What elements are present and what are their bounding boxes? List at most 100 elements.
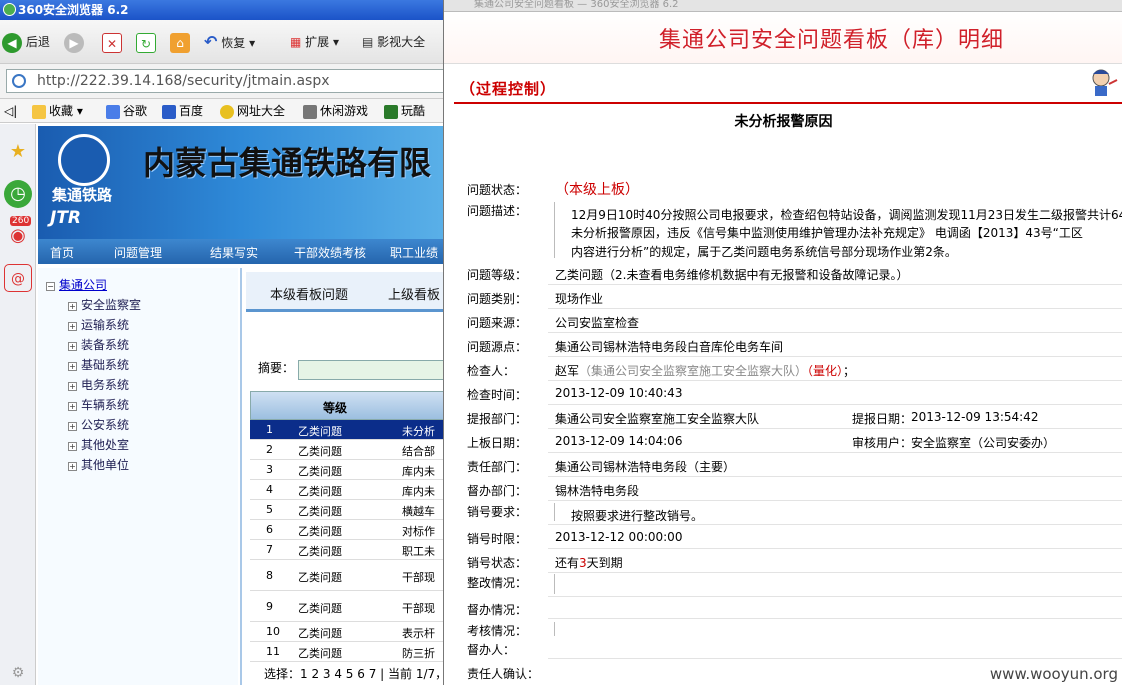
- nav-results[interactable]: 结果写实: [210, 244, 258, 261]
- history-clock-icon[interactable]: ◷: [4, 180, 32, 208]
- video-button[interactable]: ▤ 影视大全: [362, 31, 425, 53]
- value-cancel-status: 还有3天到期: [555, 554, 623, 571]
- rectify-border: [554, 574, 555, 594]
- label-rectify: 整改情况：: [467, 576, 528, 590]
- fav-wanku[interactable]: 玩酷: [384, 103, 425, 119]
- tree-node[interactable]: + 公安系统: [68, 416, 129, 434]
- pager[interactable]: 选择：1 2 3 4 5 6 7 | 当前 1/7，记: [264, 665, 445, 682]
- table-row[interactable]: 7 乙类问题 职工未: [250, 540, 445, 560]
- table-row[interactable]: 10 乙类问题 表示杆: [250, 622, 445, 642]
- table-row[interactable]: 1 乙类问题 未分析: [250, 420, 445, 440]
- table-row[interactable]: 11 乙类问题 防三折: [250, 642, 445, 662]
- tree-node[interactable]: + 其他处室: [68, 436, 129, 454]
- home-button[interactable]: ⌂: [170, 31, 190, 53]
- label-confirm: 责任人确认：: [467, 667, 540, 681]
- expand-icon[interactable]: +: [68, 422, 77, 431]
- table-row[interactable]: 3 乙类问题 库内未: [250, 460, 445, 480]
- expand-icon[interactable]: +: [68, 362, 77, 371]
- label-report-dept: 提报部门：: [467, 412, 528, 426]
- value-report-date: 2013-12-09 13:54:42: [911, 410, 1039, 424]
- row-divider: [548, 524, 1122, 525]
- nav-staff[interactable]: 职工业绩: [390, 244, 438, 261]
- row-number: 1: [266, 423, 273, 436]
- settings-gear-icon[interactable]: ⚙: [4, 659, 32, 685]
- weibo-icon[interactable]: ◉: [4, 222, 32, 250]
- extend-button[interactable]: ▦ 扩展 ▾: [290, 31, 339, 53]
- expand-icon[interactable]: +: [68, 462, 77, 471]
- tree-node[interactable]: + 运输系统: [68, 316, 129, 334]
- tree-root[interactable]: − 集通公司: [46, 276, 107, 294]
- favorites-star-icon[interactable]: ★: [4, 138, 32, 166]
- expand-icon[interactable]: +: [68, 382, 77, 391]
- fav-baidu[interactable]: 百度: [162, 103, 203, 119]
- row-level: 乙类问题: [298, 545, 342, 558]
- table-row[interactable]: 6 乙类问题 对标作: [250, 520, 445, 540]
- site-title: 内蒙古集通铁路有限: [143, 144, 432, 182]
- label-supervise-dept: 督办部门：: [467, 484, 528, 498]
- row-number: 8: [266, 568, 273, 582]
- table-row[interactable]: 2 乙类问题 结合部: [250, 440, 445, 460]
- inspector-tail: ；: [843, 364, 856, 378]
- mail-icon[interactable]: @: [4, 264, 32, 292]
- value-source: 公司安监室检查: [555, 316, 640, 330]
- value-desc-3: 内容进行分析”的规定，属于乙类问题电务系统信号部分现场作业第2条。: [571, 245, 957, 259]
- table-row[interactable]: 5 乙类问题 横越车: [250, 500, 445, 520]
- summary-input[interactable]: [298, 360, 445, 380]
- nav-problems[interactable]: 问题管理: [114, 244, 162, 261]
- wanku-icon: [384, 104, 398, 119]
- sites-icon: [220, 104, 234, 119]
- back-button[interactable]: ◀ 后退: [2, 31, 50, 53]
- label-supervisor: 督办人：: [467, 643, 516, 657]
- stop-button[interactable]: ✕: [102, 31, 122, 53]
- tree-node[interactable]: + 车辆系统: [68, 396, 129, 414]
- url-input[interactable]: http://222.39.14.168/security/jtmain.asp…: [6, 69, 445, 93]
- row-summary: 职工未: [402, 545, 435, 558]
- table-row[interactable]: 9 乙类问题 干部现: [250, 591, 445, 622]
- address-bar: http://222.39.14.168/security/jtmain.asp…: [0, 64, 445, 99]
- tree-node[interactable]: + 基础系统: [68, 356, 129, 374]
- forward-arrow-icon: ▶: [64, 32, 84, 53]
- nav-home[interactable]: 首页: [50, 244, 74, 261]
- tree-node[interactable]: + 装备系统: [68, 336, 129, 354]
- label-place: 问题源点：: [467, 340, 528, 354]
- nav-cadre[interactable]: 干部效绩考核: [294, 244, 366, 261]
- table-row[interactable]: 8 乙类问题 干部现: [250, 560, 445, 591]
- tab-upper-board[interactable]: 上级看板: [388, 284, 440, 303]
- tab-local-board[interactable]: 本级看板问题: [270, 284, 348, 303]
- org-tree: − 集通公司 + 安全监察室 + 运输系统 + 装备系统 + 基础系统 + 电务系统 + 车辆…: [38, 268, 238, 685]
- favorites-menu[interactable]: 收藏 ▾: [32, 103, 83, 119]
- fav-google[interactable]: 谷歌: [106, 103, 147, 119]
- restore-button[interactable]: ↶ 恢复 ▾: [204, 31, 255, 53]
- fav-hao123[interactable]: 网址大全: [220, 103, 285, 119]
- stop-icon: ✕: [102, 32, 122, 53]
- expand-icon[interactable]: +: [68, 302, 77, 311]
- expand-icon[interactable]: +: [68, 342, 77, 351]
- tree-node[interactable]: + 其他单位: [68, 456, 129, 474]
- expand-icon[interactable]: +: [68, 442, 77, 451]
- value-desc-2: 未分析报警原因，违反《信号集中监测使用维护管理办法补充规定》 电调函【2013】…: [571, 226, 1083, 240]
- detail-title: 集通公司安全问题看板（库）明细: [659, 28, 1005, 53]
- inspector-name: 赵军: [555, 364, 580, 378]
- row-level: 乙类问题: [298, 485, 342, 498]
- sidebar-toggle-icon[interactable]: ◁|: [4, 103, 17, 119]
- label-assess: 考核情况：: [467, 624, 528, 638]
- row-level: 乙类问题: [298, 465, 342, 478]
- col-level: 等级: [323, 401, 348, 415]
- expand-icon[interactable]: +: [68, 402, 77, 411]
- label-cancel-deadline: 销号时限：: [467, 532, 528, 546]
- summary-label: 摘要：: [258, 361, 295, 375]
- tree-node[interactable]: + 电务系统: [68, 376, 129, 394]
- label-status: 问题状态：: [467, 183, 528, 197]
- expand-icon[interactable]: +: [68, 322, 77, 331]
- value-desc-1: 12月9日10时40分按照公司电报要求，检查绍包特站设备，调阅监测发现11月23…: [571, 208, 1122, 222]
- collapse-icon[interactable]: −: [46, 282, 55, 291]
- table-row[interactable]: 4 乙类问题 库内未: [250, 480, 445, 500]
- row-summary: 库内未: [402, 485, 435, 498]
- row-summary: 对标作: [402, 525, 435, 538]
- row-number: 4: [266, 483, 273, 496]
- fav-games[interactable]: 休闲游戏: [303, 103, 368, 119]
- forward-button[interactable]: ▶: [64, 31, 84, 53]
- row-number: 2: [266, 443, 273, 456]
- refresh-button[interactable]: ↻: [136, 31, 156, 53]
- tree-node[interactable]: + 安全监察室: [68, 296, 141, 314]
